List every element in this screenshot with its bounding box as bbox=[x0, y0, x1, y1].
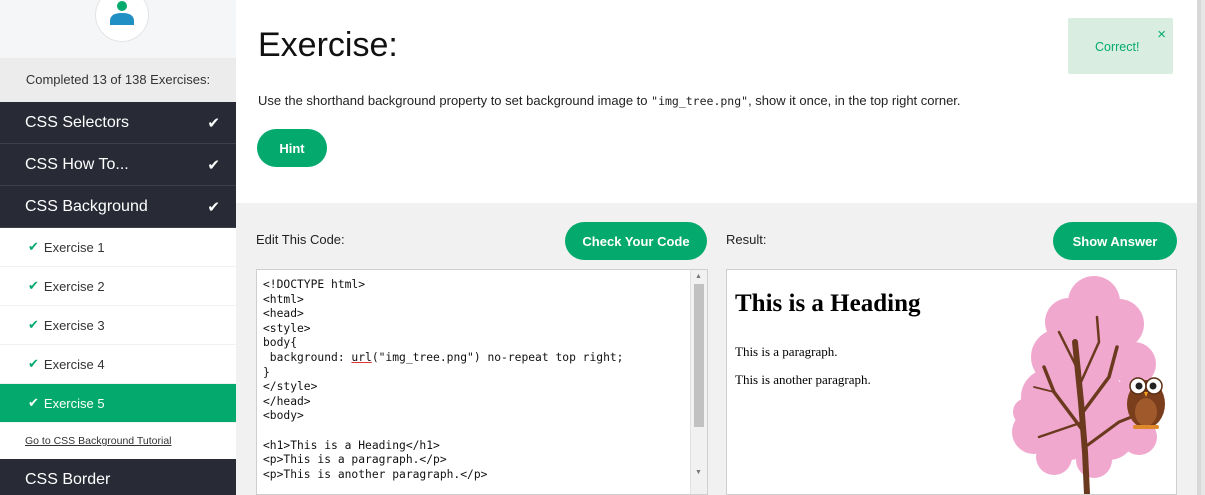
exercise-sidebar: Completed 13 of 138 Exercises: CSS Selec… bbox=[0, 0, 236, 495]
result-preview: This is a Heading This is a paragraph. T… bbox=[726, 269, 1177, 495]
close-icon[interactable]: × bbox=[1157, 27, 1166, 42]
scroll-thumb[interactable] bbox=[694, 284, 704, 427]
check-icon: ✔ bbox=[28, 317, 39, 332]
exercise-label: Exercise 5 bbox=[43, 395, 105, 411]
instruction-text: Use the shorthand background property to… bbox=[258, 93, 652, 108]
check-icon: ✔ bbox=[207, 156, 220, 174]
sidebar-section-css-how-to[interactable]: CSS How To... ✔ bbox=[0, 144, 236, 186]
show-answer-button[interactable]: Show Answer bbox=[1053, 222, 1177, 260]
avatar-area bbox=[0, 0, 236, 58]
sidebar-exercise-1[interactable]: ✔ Exercise 1 bbox=[0, 228, 236, 267]
code-editor[interactable]: <!DOCTYPE html> <html> <head> <style> bo… bbox=[256, 269, 708, 495]
page-scrollbar[interactable] bbox=[1197, 0, 1205, 495]
sidebar-section-label: CSS Border bbox=[25, 470, 111, 488]
tree-owl-image bbox=[1012, 276, 1165, 494]
instruction-code: "img_tree.png" bbox=[651, 94, 749, 108]
sidebar-exercise-3[interactable]: ✔ Exercise 3 bbox=[0, 306, 236, 345]
editor-area: Edit This Code: Check Your Code <!DOCTYP… bbox=[236, 203, 1197, 495]
sidebar-section-label: CSS Selectors bbox=[25, 113, 130, 131]
check-code-button[interactable]: Check Your Code bbox=[565, 222, 707, 260]
scroll-up-icon[interactable]: ▲ bbox=[695, 273, 702, 280]
check-icon: ✔ bbox=[28, 278, 39, 293]
correct-toast: Correct! × bbox=[1068, 18, 1173, 74]
sidebar-section-css-border[interactable]: CSS Border bbox=[0, 459, 236, 495]
scroll-down-icon[interactable]: ▼ bbox=[695, 469, 702, 476]
exercise-label: Exercise 4 bbox=[43, 356, 105, 372]
check-icon: ✔ bbox=[28, 239, 39, 254]
avatar[interactable] bbox=[95, 0, 149, 42]
user-icon bbox=[110, 1, 134, 25]
toast-message: Correct! bbox=[1095, 40, 1140, 54]
sidebar-section-css-selectors[interactable]: CSS Selectors ✔ bbox=[0, 102, 236, 144]
check-icon: ✔ bbox=[207, 114, 220, 132]
code-text[interactable]: <!DOCTYPE html> <html> <head> <style> bo… bbox=[257, 270, 707, 482]
sidebar-exercise-5[interactable]: ✔ Exercise 5 bbox=[0, 384, 236, 423]
result-heading: This is a Heading bbox=[735, 290, 921, 317]
exercise-label: Exercise 3 bbox=[43, 317, 105, 333]
editor-label: Edit This Code: bbox=[256, 232, 345, 247]
page-title: Exercise: bbox=[258, 26, 398, 64]
result-label: Result: bbox=[726, 232, 767, 247]
sidebar-section-label: CSS Background bbox=[25, 197, 148, 215]
exercise-header: Exercise: Use the shorthand background p… bbox=[236, 0, 1197, 203]
result-paragraph: This is a paragraph. bbox=[735, 344, 838, 359]
exercise-label: Exercise 2 bbox=[43, 278, 105, 294]
result-paragraph: This is another paragraph. bbox=[735, 372, 871, 387]
instruction-text: , show it once, in the top right corner. bbox=[748, 93, 961, 108]
sidebar-exercise-2[interactable]: ✔ Exercise 2 bbox=[0, 267, 236, 306]
exercise-instruction: Use the shorthand background property to… bbox=[258, 93, 961, 108]
check-icon: ✔ bbox=[207, 198, 220, 216]
sidebar-exercise-4[interactable]: ✔ Exercise 4 bbox=[0, 345, 236, 384]
sidebar-section-css-background[interactable]: CSS Background ✔ bbox=[0, 186, 236, 228]
sidebar-section-label: CSS How To... bbox=[25, 155, 129, 173]
exercise-label: Exercise 1 bbox=[43, 239, 105, 255]
check-icon: ✔ bbox=[28, 356, 39, 371]
hint-button[interactable]: Hint bbox=[257, 129, 327, 167]
editor-scrollbar[interactable]: ▲ ▼ bbox=[690, 270, 707, 494]
check-icon: ✔ bbox=[28, 395, 39, 410]
tutorial-link[interactable]: Go to CSS Background Tutorial bbox=[0, 423, 236, 459]
progress-text: Completed 13 of 138 Exercises: bbox=[0, 58, 236, 102]
